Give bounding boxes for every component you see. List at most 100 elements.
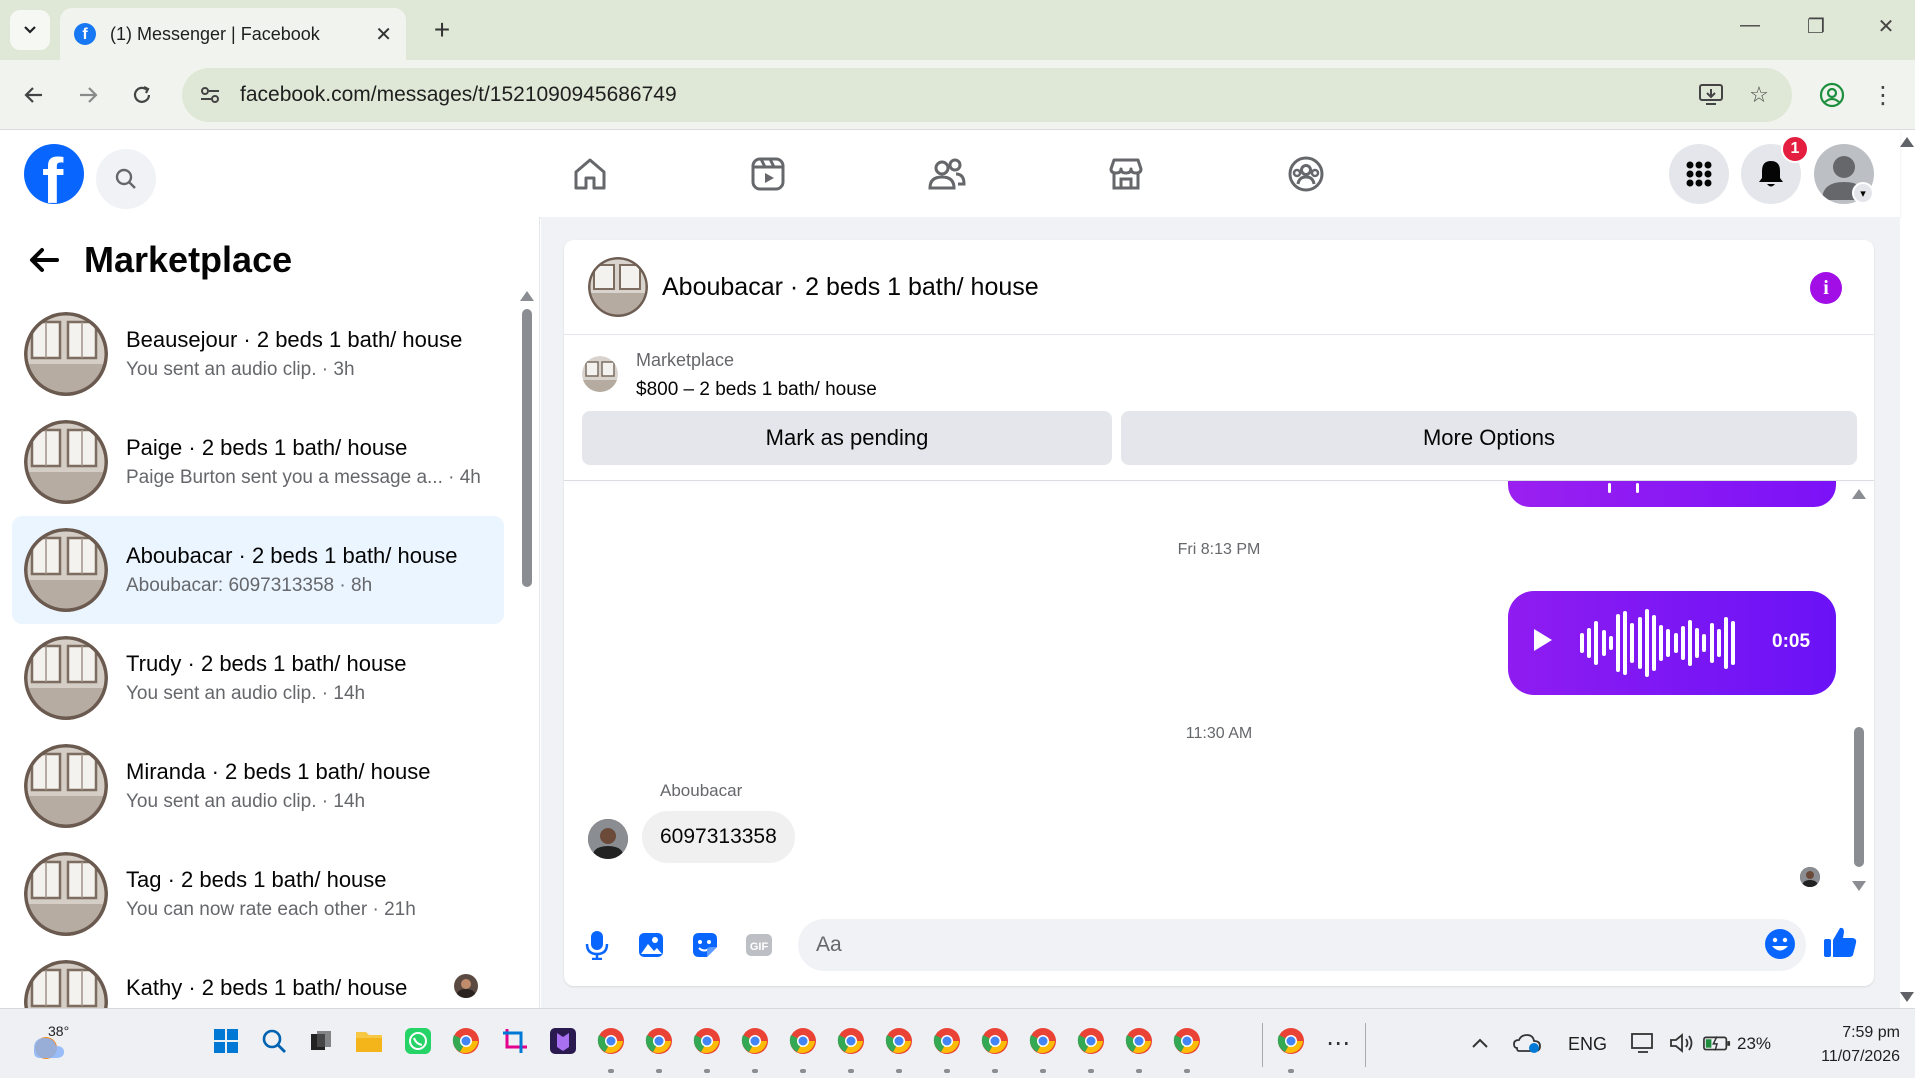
chrome-window-icon[interactable] [980,1026,1010,1056]
chat-scroll-up-arrow[interactable] [1852,489,1866,499]
volume-icon[interactable] [1667,1029,1695,1057]
microphone-icon[interactable] [580,928,614,962]
url-text[interactable]: facebook.com/messages/t/1521090945686749 [240,83,1680,107]
chrome-window-icon[interactable] [1028,1026,1058,1056]
network-icon[interactable] [1629,1029,1657,1057]
chrome-window-icon[interactable] [596,1026,626,1056]
battery-icon[interactable] [1703,1029,1731,1057]
conversation-item[interactable]: Miranda · 2 beds 1 bath/ house You sent a… [12,732,504,840]
chrome-window-icon[interactable] [836,1026,866,1056]
chat-header-avatar[interactable] [588,257,648,317]
site-info-icon[interactable] [198,83,222,107]
install-app-icon[interactable] [1694,78,1728,112]
task-view-icon[interactable] [306,1026,336,1056]
windows-taskbar: 38° ⋯ ENG 23% 7:59 pm 11/07/2026 [0,1008,1915,1078]
file-explorer-icon[interactable] [354,1026,384,1056]
minimize-button[interactable]: — [1730,14,1770,37]
conversation-info-icon[interactable]: i [1810,272,1842,304]
chrome-window-icon[interactable] [740,1026,770,1056]
tab-search-button[interactable] [10,10,50,50]
message-input[interactable]: Aa [798,919,1806,971]
chrome-window-icon[interactable] [932,1026,962,1056]
chat-scroll-thumb[interactable] [1854,727,1864,867]
photo-icon[interactable] [634,928,668,962]
chrome-window-icon[interactable] [1124,1026,1154,1056]
gif-icon[interactable]: GIF [742,928,776,962]
nav-friends[interactable] [917,149,977,199]
back-arrow-icon[interactable] [22,238,66,282]
restore-button[interactable]: ❐ [1796,14,1836,39]
chrome-window-icon[interactable] [644,1026,674,1056]
waveform-bar [1659,625,1664,661]
conversation-item[interactable]: Trudy · 2 beds 1 bath/ house You sent an … [12,624,504,732]
audio-message-bubble[interactable]: 0:05 [1508,591,1836,695]
address-bar[interactable]: facebook.com/messages/t/1521090945686749… [182,68,1792,122]
facebook-logo-icon[interactable]: f [24,144,84,204]
conversation-item[interactable]: Kathy · 2 beds 1 bath/ houseYou sent an … [12,948,504,1008]
tab-close-icon[interactable]: ✕ [375,22,392,47]
chrome-window-icon[interactable] [788,1026,818,1056]
waveform-bar [1594,621,1599,665]
menu-grid-button[interactable] [1669,144,1729,204]
chat-scroll-down-arrow[interactable] [1852,881,1866,891]
chrome-window-icon[interactable] [884,1026,914,1056]
sidebar-scroll-thumb[interactable] [522,309,532,587]
input-language[interactable]: ENG [1568,1034,1607,1055]
conversation-preview: You can now rate each other · 21h [126,899,416,920]
listing-summary[interactable]: Marketplace $800 – 2 beds 1 bath/ house [582,350,877,401]
nav-video[interactable] [738,149,798,199]
sender-avatar[interactable] [588,819,628,859]
mark-as-pending-button[interactable]: Mark as pending [582,411,1112,465]
page-scroll-down-arrow[interactable] [1900,992,1914,1002]
conversation-item[interactable]: Beausejour · 2 beds 1 bath/ house You sen… [12,300,504,408]
conversation-item[interactable]: Paige · 2 beds 1 bath/ house Paige Burton… [12,408,504,516]
message-timestamp-2: 11:30 AM [1185,725,1253,742]
new-tab-button[interactable]: + [424,12,460,48]
browser-profile-icon[interactable] [1814,77,1850,113]
chat-title[interactable]: Aboubacar · 2 beds 1 bath/ house [662,273,1039,302]
emoji-icon[interactable] [1764,928,1796,960]
conversation-sidebar: Marketplace Beausejour · 2 beds 1 bath/ … [0,217,540,1008]
nav-marketplace[interactable] [1096,149,1156,199]
conversation-item[interactable]: Aboubacar · 2 beds 1 bath/ house Aboubaca… [12,516,504,624]
sidebar-scrollbar[interactable] [520,291,534,1001]
reload-button[interactable] [122,75,162,115]
chrome-window-extra-icon[interactable] [1276,1026,1306,1056]
more-options-button[interactable]: More Options [1121,411,1857,465]
tor-browser-icon[interactable] [548,1026,578,1056]
chrome-window-icon[interactable] [1076,1026,1106,1056]
chrome-icon[interactable] [451,1026,481,1056]
start-button[interactable] [211,1026,241,1056]
onedrive-icon[interactable] [1513,1029,1541,1057]
sticker-icon[interactable] [688,928,722,962]
chrome-window-icon[interactable] [692,1026,722,1056]
account-caret-icon[interactable]: ▾ [1852,182,1874,204]
window-close-button[interactable]: ✕ [1866,14,1906,39]
sidebar-scroll-up-arrow[interactable] [520,291,534,301]
more-apps-icon[interactable]: ⋯ [1324,1029,1352,1057]
back-button[interactable] [14,75,54,115]
system-clock[interactable]: 7:59 pm 11/07/2026 [1790,1021,1900,1069]
taskbar-separator [1262,1023,1263,1067]
snipping-tool-icon[interactable] [500,1026,530,1056]
incoming-message-bubble[interactable]: 6097313358 [642,811,795,863]
chrome-window-icon[interactable] [1172,1026,1202,1056]
previous-audio-message[interactable] [1508,481,1836,507]
conversation-avatar [24,852,108,936]
conversation-avatar [24,960,108,1008]
forward-button[interactable] [68,75,108,115]
nav-groups[interactable] [1276,149,1336,199]
facebook-search-button[interactable] [96,149,156,209]
browser-tab-active[interactable]: f (1) Messenger | Facebook ✕ [60,8,406,60]
conversation-item[interactable]: Tag · 2 beds 1 bath/ house You can now ra… [12,840,504,948]
page-scroll-up-arrow[interactable] [1900,137,1914,147]
whatsapp-icon[interactable] [403,1026,433,1056]
taskbar-search-icon[interactable] [259,1026,289,1056]
video-icon [751,157,785,191]
like-thumbs-up-icon[interactable] [1822,924,1862,964]
show-hidden-icons-chevron-icon[interactable] [1466,1029,1494,1057]
browser-menu-icon[interactable]: ⋮ [1868,77,1898,113]
nav-home[interactable] [560,149,620,199]
bookmark-star-icon[interactable]: ☆ [1742,78,1776,112]
play-icon[interactable] [1534,629,1552,651]
